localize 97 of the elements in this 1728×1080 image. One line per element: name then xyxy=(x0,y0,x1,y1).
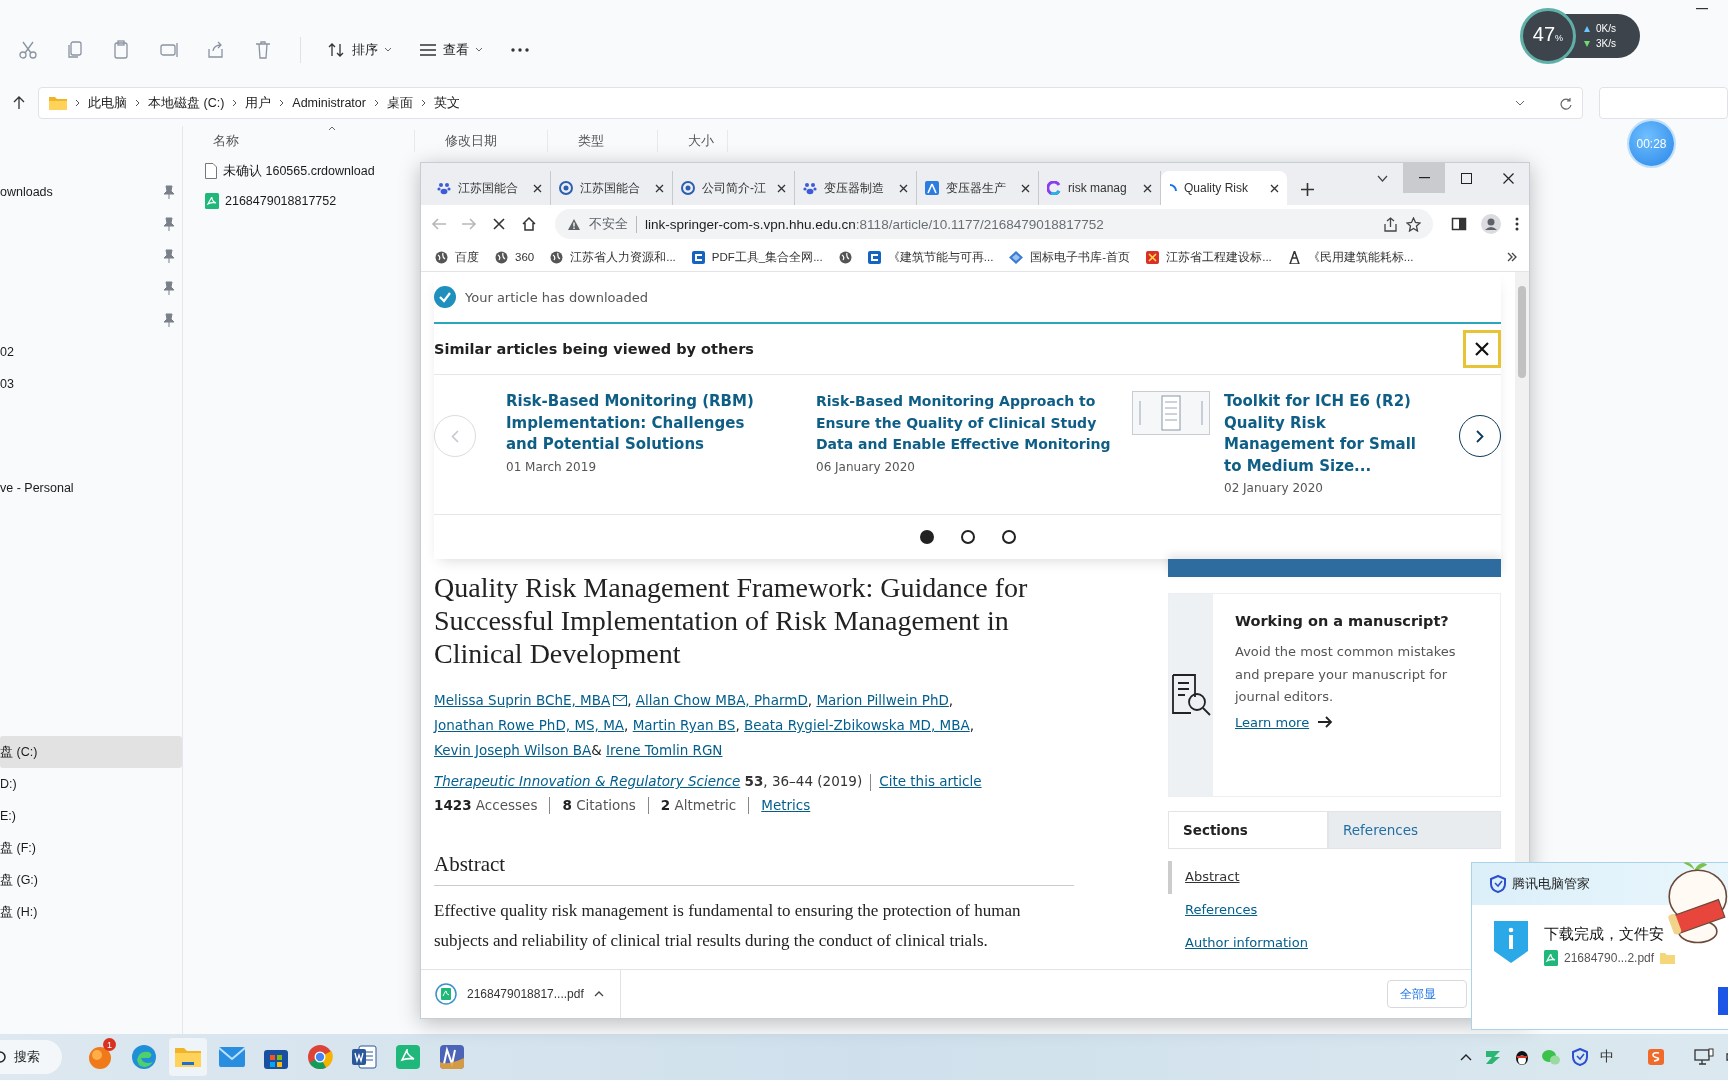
sidebar-label: 盘 (C:) xyxy=(0,743,38,761)
article-date: 02 January 2020 xyxy=(1224,481,1324,495)
article-link[interactable]: Risk-Based Monitoring (RBM) Implementation: Challenges and Potential Solutions xyxy=(506,391,776,456)
section-heading: Abstract xyxy=(434,851,1074,886)
sidebar-item[interactable]: E:) xyxy=(0,800,182,832)
breadcrumb-item[interactable]: 用户 xyxy=(245,94,272,112)
journal-link[interactable]: Therapeutic Innovation & Regulatory Science xyxy=(434,773,741,789)
bookmark[interactable]: 《建筑节能与可再... xyxy=(867,249,994,265)
view-button[interactable]: 查看 xyxy=(419,41,483,59)
metric: 1423 Accesses xyxy=(434,797,538,813)
sidebar-label: E:) xyxy=(0,809,16,823)
article-link[interactable]: Toolkit for ICH E6 (R2) Quality Risk Management for Small to Medium Size... xyxy=(1224,391,1424,477)
file-name[interactable]: 未确认 160565.crdownload xyxy=(223,162,375,180)
security-label[interactable]: 不安全 xyxy=(589,215,637,233)
bookmark[interactable]: 江苏省工程建设标... xyxy=(1146,249,1272,265)
section-link[interactable]: Author information xyxy=(1168,927,1308,960)
column-header[interactable]: 类型 xyxy=(578,132,604,150)
metric: 8 Citations xyxy=(562,797,636,813)
browser-tab[interactable]: Quality Risk xyxy=(1161,171,1287,205)
url-text: link-springer-com-s.vpn.hhu.edu.cn:8118/article/10.1177/2168479018817752 xyxy=(645,216,1104,232)
show-all-button[interactable]: 全部显 xyxy=(1387,980,1467,1008)
sort-button[interactable]: 排序 xyxy=(328,41,392,59)
section-heading: Similar articles being viewed by others xyxy=(434,341,754,357)
section-tab[interactable]: References xyxy=(1328,811,1501,849)
article-date: 06 January 2020 xyxy=(816,459,916,474)
address-bar[interactable]: 此电脑 本地磁盘 (C:) 用户 Administrator 桌面 英文 xyxy=(38,87,1583,119)
browser-tab[interactable]: 江苏国能合 xyxy=(551,171,673,205)
author-link[interactable]: Kevin Joseph Wilson BA xyxy=(434,742,592,758)
section-link[interactable]: References xyxy=(1168,894,1258,927)
article-date: 01 March 2019 xyxy=(506,459,598,474)
author-link[interactable]: Martin Ryan BS xyxy=(632,717,736,733)
popup-message: 下载完成，文件安 xyxy=(1544,925,1665,944)
author-link[interactable]: Allan Chow MBA, PharmD xyxy=(635,692,808,708)
column-header[interactable]: 修改日期 xyxy=(445,132,497,150)
cite-link[interactable]: Cite this article xyxy=(879,773,982,789)
bookmark[interactable]: 国标电子书库-首页 xyxy=(1009,249,1131,265)
bookmark[interactable]: 360 xyxy=(495,250,535,264)
popup-file-name: 21684790...2.pdf xyxy=(1564,951,1655,965)
author-link[interactable]: Marion Pillwein PhD xyxy=(816,692,949,708)
sidebar-item[interactable]: 盘 (G:) xyxy=(0,864,182,896)
metrics-link[interactable]: Metrics xyxy=(761,797,811,813)
breadcrumb-item[interactable]: 英文 xyxy=(433,94,460,112)
sidebar-label: 盘 (G:) xyxy=(0,871,38,889)
bookmark[interactable]: 《民用建筑能耗标... xyxy=(1287,249,1414,265)
sidebar-item[interactable]: 盘 (F:) xyxy=(0,832,182,864)
author-link[interactable]: Irene Tomlin RGN xyxy=(606,742,723,758)
sidebar-item[interactable]: D:) xyxy=(0,768,182,800)
bookmark[interactable]: 百度 xyxy=(435,249,479,265)
citation-line: Therapeutic Innovation & Regulatory Science 53, 36–44 (2019) Cite this article xyxy=(434,773,983,791)
abstract-text: Effective quality risk management is fundamental to ensuring the protection of human subjects and reliability of clinical trial results during the conduct of clinical trials. xyxy=(434,899,1022,952)
article-link[interactable]: Risk-Based Monitoring Approach to Ensure the Quality of Clinical Study Data and Enable Effective Monitoring xyxy=(816,391,1116,456)
browser-tab[interactable]: 江苏国能合 xyxy=(429,171,551,205)
browser-tab[interactable]: 变压器生产 xyxy=(917,171,1039,205)
column-header[interactable]: 大小 xyxy=(688,132,714,150)
learn-more-link[interactable]: Learn more xyxy=(1235,714,1310,730)
taskbar-app[interactable]: 1 xyxy=(80,1037,120,1077)
browser-tab[interactable]: 变压器制造 xyxy=(795,171,917,205)
bookmark[interactable]: 江苏省人力资源和... xyxy=(550,249,676,265)
section-link[interactable]: Abstract xyxy=(1168,861,1240,894)
popup-title: 腾讯电脑管家 xyxy=(1512,875,1590,893)
sidebar-item[interactable]: 02 xyxy=(0,336,182,368)
search-field[interactable]: 搜索 xyxy=(0,1040,62,1074)
sidebar-label: ownloads xyxy=(0,185,53,199)
download-notice: Your article has downloaded xyxy=(465,289,648,305)
card-title: Working on a manuscript? xyxy=(1235,612,1450,631)
sidebar-label: D:) xyxy=(0,777,17,791)
breadcrumb-item[interactable]: 此电脑 xyxy=(88,94,127,112)
address-field[interactable]: 不安全 link-springer-com-s.vpn.hhu.edu.cn:8118/article/10.1177/2168479018817752 xyxy=(555,209,1433,239)
bookmark[interactable]: PDF工具_集合全网... xyxy=(691,249,823,265)
file-name[interactable]: 2168479018817752 xyxy=(225,194,337,208)
sidebar-label: 盘 (H:) xyxy=(0,903,38,921)
sidebar-item[interactable]: ve - Personal xyxy=(0,472,182,504)
sidebar-label: 盘 (F:) xyxy=(0,839,36,857)
author-link[interactable]: Melissa Suprin BChE, MBA xyxy=(434,692,611,708)
metric: 2 Altmetric xyxy=(660,797,737,813)
sidebar-item[interactable]: ownloads xyxy=(0,176,182,208)
upload-speed: 0K/s xyxy=(1596,23,1616,34)
sidebar-item[interactable]: 03 xyxy=(0,368,182,400)
column-header[interactable]: 名称 xyxy=(213,132,239,150)
article-title: Quality Risk Management Framework: Guidance for Successful Implementation of Risk Management in Clinical Development xyxy=(434,571,1029,670)
sidebar-item[interactable]: 盘 (C:) xyxy=(0,736,182,768)
sidebar-label: 03 xyxy=(0,377,14,391)
card-text: Avoid the most common mistakes and prepare your manuscript for journal editors. xyxy=(1235,643,1457,706)
browser-tab[interactable]: 公司简介-江 xyxy=(673,171,795,205)
author-link[interactable]: Beata Rygiel-Zbikowska MD, MBA xyxy=(744,717,970,733)
breadcrumb-item[interactable]: Administrator xyxy=(292,96,366,110)
notification-badge: 1 xyxy=(103,1038,116,1051)
download-item[interactable]: 2168479018817....pdf xyxy=(421,970,621,1018)
input-method[interactable]: 中 xyxy=(1600,1048,1614,1066)
breadcrumb-item[interactable]: 桌面 xyxy=(386,94,413,112)
section-tab[interactable]: Sections xyxy=(1168,811,1328,849)
sidebar-item[interactable]: 盘 (H:) xyxy=(0,896,182,928)
breadcrumb-item[interactable]: 本地磁盘 (C:) xyxy=(148,94,225,112)
download-speed: 3K/s xyxy=(1596,38,1616,49)
author-list: Melissa Suprin BChE, MBA , Allan Chow MBA, PharmD, Marion Pillwein PhD, Jonathan Rowe PhD, MS, MA, Martin Ryan BS, Beata Rygiel-Zbikowska MD, MBA, Kevin Joseph Wilson BA& Irene Tomlin RGN xyxy=(434,688,1079,763)
sidebar-label: ve - Personal xyxy=(0,481,74,495)
sidebar-label: 02 xyxy=(0,345,14,359)
